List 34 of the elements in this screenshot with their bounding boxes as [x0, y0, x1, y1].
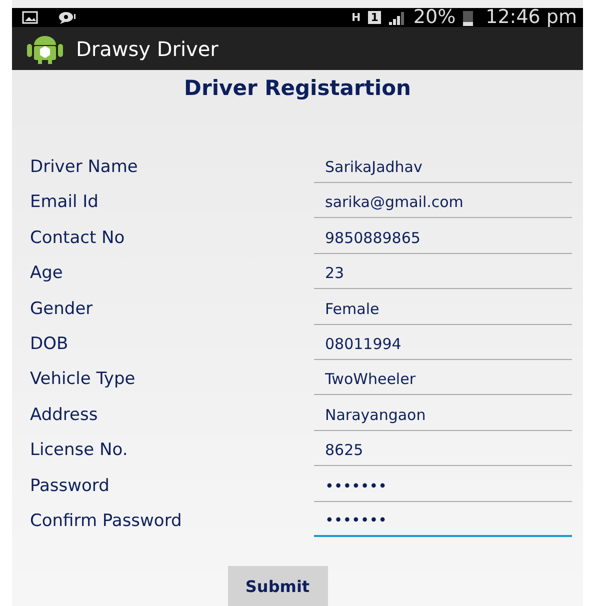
field-label: Driver Name: [29, 157, 139, 180]
field-label: Age: [29, 263, 64, 286]
battery-percent: 20%: [413, 8, 456, 28]
field-label: Gender: [29, 298, 94, 321]
input-field[interactable]: 08011994: [314, 334, 572, 360]
battery-icon: [462, 10, 473, 26]
submit-button[interactable]: Submit: [228, 566, 328, 606]
field-label: License No.: [29, 440, 129, 462]
input-field[interactable]: •••••••: [314, 476, 572, 502]
android-robot-icon: [26, 34, 64, 64]
input-field[interactable]: sarika@gmail.com: [314, 192, 572, 218]
sim-indicator: 1: [368, 11, 382, 24]
clock-time: 12:46 pm: [486, 8, 577, 28]
field-label: Password: [29, 476, 110, 498]
signal-icon: [388, 10, 406, 25]
input-field[interactable]: Narayangaon: [314, 404, 572, 431]
field-label: Contact No: [29, 228, 126, 250]
field-label: Confirm Password: [29, 511, 183, 533]
input-field[interactable]: •••••••: [314, 510, 572, 537]
field-label: Address: [29, 404, 99, 427]
input-field[interactable]: 23: [314, 263, 572, 290]
chat-bubble-icon: [57, 10, 77, 25]
input-field[interactable]: 9850889865: [314, 228, 572, 254]
input-field[interactable]: SarikaJadhav: [314, 157, 572, 184]
field-label: DOB: [29, 334, 70, 356]
field-label: Vehicle Type: [29, 369, 136, 392]
input-field[interactable]: Female: [314, 298, 572, 325]
image-icon: [22, 11, 38, 24]
input-field[interactable]: 8625: [314, 440, 572, 466]
app-title: Drawsy Driver: [76, 36, 218, 61]
network-type: H: [352, 12, 361, 24]
input-field[interactable]: TwoWheeler: [314, 369, 572, 396]
form-title: Driver Registartion: [183, 76, 412, 100]
field-label: Email Id: [29, 192, 100, 214]
